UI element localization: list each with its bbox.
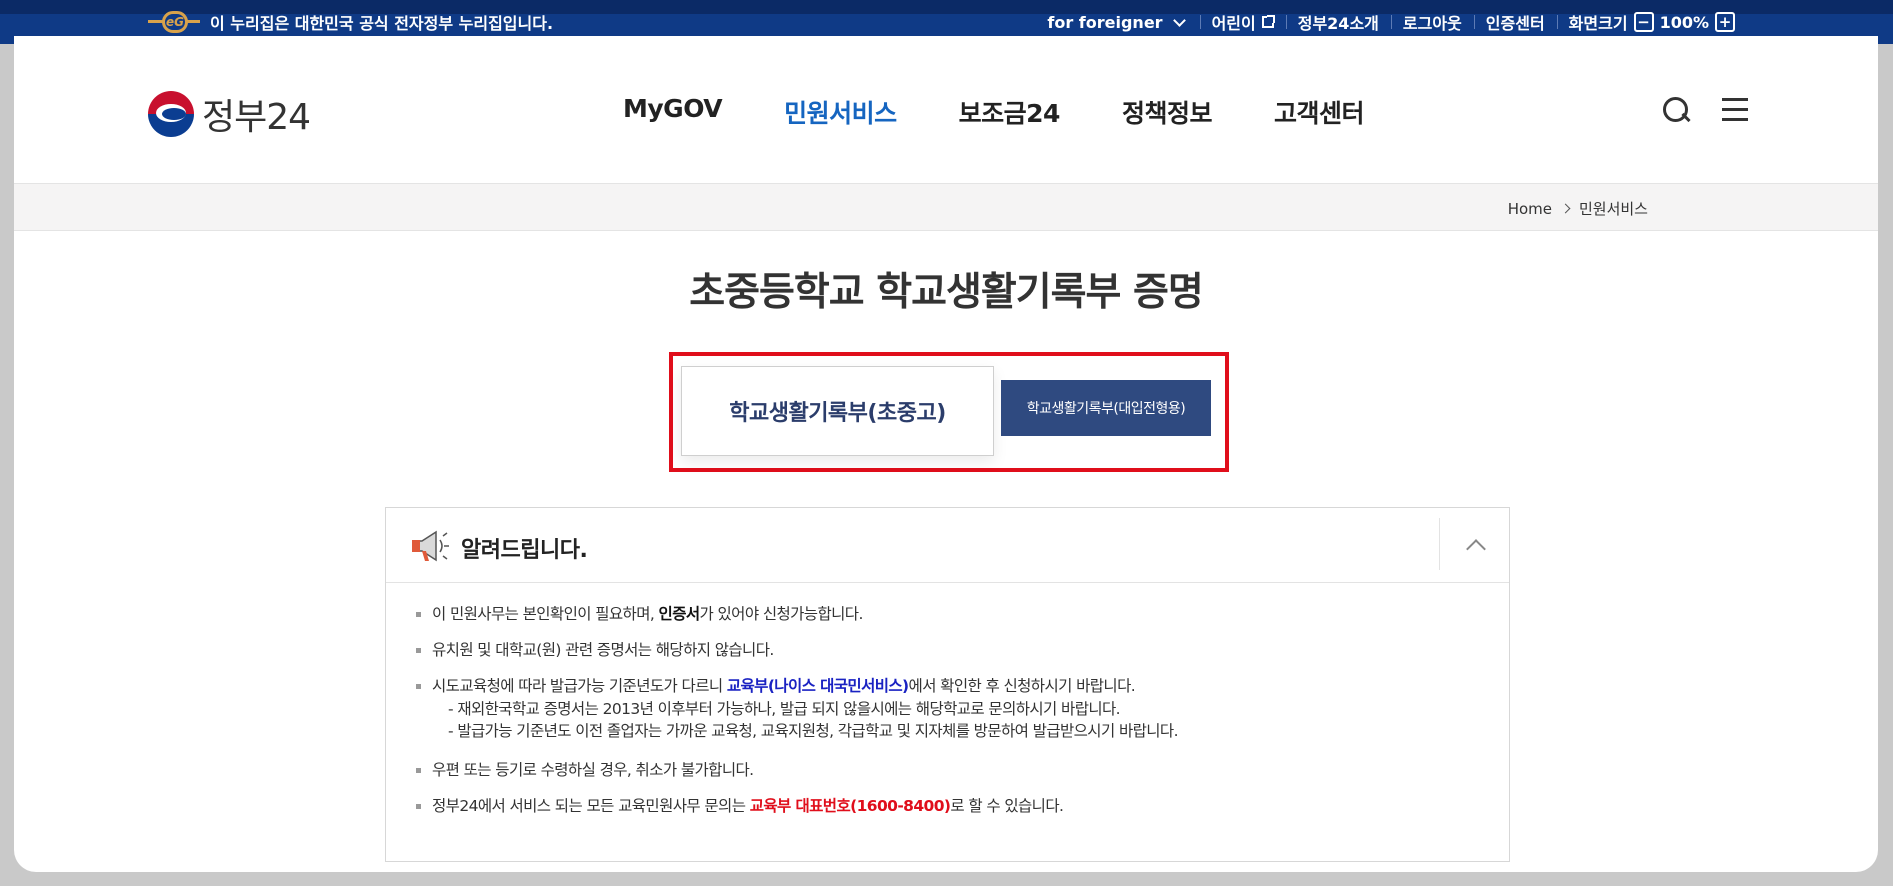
screen-size-control: 화면크기 − 100% +: [1556, 10, 1747, 34]
breadcrumb-bar: Home 민원서비스: [14, 183, 1878, 231]
notice-subitem: - 발급가능 기준년도 이전 졸업자는 가까운 교육청, 교육지원청, 각급학교…: [448, 722, 1179, 740]
notice-item: 시도교육청에 따라 발급가능 기준년도가 다르니 교육부(나이스 대국민서비스)…: [416, 676, 1496, 744]
chevron-right-icon: [1560, 203, 1571, 214]
nav-civil-service[interactable]: 민원서비스: [784, 94, 897, 130]
collapse-toggle-chevron-up-icon[interactable]: [1439, 518, 1509, 570]
tab-school-record-k12[interactable]: 학교생활기록부(초중고): [681, 366, 994, 456]
utility-links: for foreigner 어린이 정부24소개 로그아웃 인증센터 화면크기 …: [1035, 10, 1747, 34]
site-header: 정부24 MyGOV 민원서비스 보조금24 정책정보 고객센터: [14, 36, 1878, 183]
tab-school-record-admission[interactable]: 학교생활기록부(대입전형용): [1001, 380, 1211, 436]
zoom-in-button[interactable]: +: [1715, 12, 1735, 32]
nav-mygov[interactable]: MyGOV: [623, 94, 723, 130]
logout-label: 로그아웃: [1402, 14, 1462, 33]
nav-customer-center[interactable]: 고객센터: [1274, 94, 1365, 130]
for-foreigner-dropdown[interactable]: for foreigner: [1035, 13, 1199, 32]
kids-label: 어린이: [1211, 14, 1256, 33]
about-link[interactable]: 정부24소개: [1285, 10, 1391, 34]
moe-phone-number: 교육부 대표번호(1600-8400): [749, 797, 951, 815]
external-link-icon: [1261, 15, 1275, 28]
notice-text: 시도교육청에 따라 발급가능 기준년도가 다르니: [432, 677, 727, 695]
notice-item: 우편 또는 등기로 수령하실 경우, 취소가 불가합니다.: [416, 760, 1496, 780]
notice-item: 이 민원사무는 본인확인이 필요하며, 인증서가 있어야 신청가능합니다.: [416, 604, 1496, 624]
nav-subsidy24[interactable]: 보조금24: [959, 94, 1061, 130]
notice-header: 알려드립니다.: [386, 508, 1509, 583]
kids-link[interactable]: 어린이: [1199, 10, 1286, 34]
gov-notice-text: 이 누리집은 대한민국 공식 전자정부 누리집입니다.: [210, 14, 554, 33]
highlighted-tab-group: 학교생활기록부(초중고) 학교생활기록부(대입전형용): [669, 352, 1229, 472]
taegeuk-logo-icon: [148, 91, 194, 137]
egov-logo-icon: eG: [148, 11, 200, 33]
notice-text: 정부24에서 서비스 되는 모든 교육민원사무 문의는: [432, 797, 750, 815]
notice-text: 이 민원사무는 본인확인이 필요하며,: [432, 605, 659, 623]
hamburger-menu-icon[interactable]: [1720, 96, 1748, 122]
notice-text: 유치원 및 대학교(원) 관련 증명서는 해당하지 않습니다.: [432, 641, 774, 659]
header-icons: [1662, 96, 1748, 124]
page-title: 초중등학교 학교생활기록부 증명: [689, 270, 1203, 315]
main-nav: MyGOV 민원서비스 보조금24 정책정보 고객센터: [623, 94, 1426, 130]
notice-text: 우편 또는 등기로 수령하실 경우, 취소가 불가합니다.: [432, 761, 754, 779]
main-card: 정부24 MyGOV 민원서비스 보조금24 정책정보 고객센터 Home 민원…: [14, 36, 1878, 872]
zoom-value: 100%: [1659, 12, 1709, 32]
megaphone-icon: [412, 530, 449, 562]
notice-text: 가 있어야 신청가능합니다.: [699, 605, 864, 623]
moe-neis-link[interactable]: 교육부(나이스 대국민서비스): [727, 677, 909, 695]
nav-policy-info[interactable]: 정책정보: [1122, 94, 1213, 130]
breadcrumb: Home 민원서비스: [1508, 198, 1648, 219]
notice-bold: 인증서: [658, 605, 701, 623]
notice-text: 로 할 수 있습니다.: [950, 797, 1064, 815]
cert-center-label: 인증센터: [1485, 14, 1545, 33]
screen-size-label: 화면크기: [1568, 14, 1628, 33]
logo-text: 정부24: [202, 97, 311, 138]
cert-center-link[interactable]: 인증센터: [1473, 10, 1557, 34]
about-label: 정부24소개: [1297, 14, 1379, 33]
breadcrumb-home[interactable]: Home: [1508, 200, 1552, 218]
notice-panel: 알려드립니다. 이 민원사무는 본인확인이 필요하며, 인증서가 있어야 신청가…: [385, 507, 1510, 862]
breadcrumb-current[interactable]: 민원서비스: [1579, 198, 1648, 219]
notice-title: 알려드립니다.: [461, 538, 588, 563]
for-foreigner-label: for foreigner: [1047, 12, 1163, 32]
zoom-out-button[interactable]: −: [1633, 12, 1654, 32]
notice-list: 이 민원사무는 본인확인이 필요하며, 인증서가 있어야 신청가능합니다. 유치…: [416, 604, 1496, 832]
gov24-logo[interactable]: 정부24: [148, 88, 311, 140]
chevron-down-icon: [1172, 13, 1186, 27]
notice-item: 정부24에서 서비스 되는 모든 교육민원사무 문의는 교육부 대표번호(160…: [416, 796, 1496, 816]
gov-notice: eG 이 누리집은 대한민국 공식 전자정부 누리집입니다.: [148, 10, 553, 34]
search-icon[interactable]: [1662, 96, 1690, 124]
notice-item: 유치원 및 대학교(원) 관련 증명서는 해당하지 않습니다.: [416, 640, 1496, 660]
logout-link[interactable]: 로그아웃: [1390, 10, 1474, 34]
notice-text: 에서 확인한 후 신청하시기 바랍니다.: [908, 677, 1136, 695]
